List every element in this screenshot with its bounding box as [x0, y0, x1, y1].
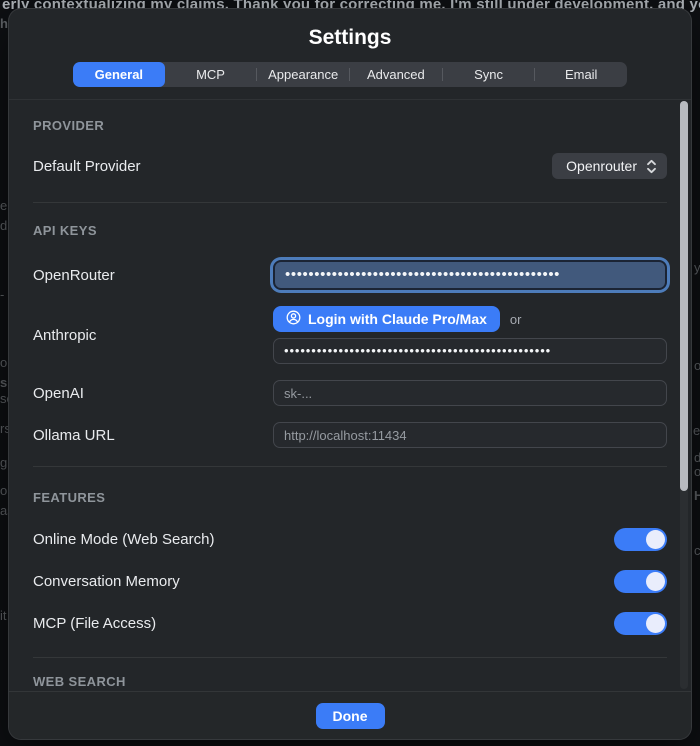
ollama-url-row: Ollama URL http://localhost:11434	[33, 422, 667, 448]
openrouter-label: OpenRouter	[33, 267, 115, 284]
anthropic-key-input[interactable]: ••••••••••••••••••••••••••••••••••••••••…	[273, 338, 667, 364]
login-claude-button[interactable]: Login with Claude Pro/Max	[273, 306, 500, 332]
ollama-url-input[interactable]: http://localhost:11434	[273, 422, 667, 448]
user-circle-icon	[286, 310, 301, 328]
background-text-fragment: y	[694, 260, 700, 275]
masked-api-key: ••••••••••••••••••••••••••••••••••••••••…	[285, 267, 560, 282]
done-button[interactable]: Done	[316, 703, 385, 729]
settings-dialog: Settings General MCP Appearance Advanced…	[8, 8, 692, 740]
openai-key-input[interactable]: sk-...	[273, 380, 667, 406]
section-divider	[33, 466, 667, 467]
section-divider	[33, 657, 667, 658]
settings-scroll-area[interactable]: PROVIDER Default Provider Openrouter API…	[9, 99, 691, 691]
background-text-fragment: c	[694, 543, 700, 558]
section-header-provider: PROVIDER	[33, 118, 667, 133]
background-text-fragment: it	[0, 608, 7, 623]
anthropic-key-row: Anthropic Login with Claude Pro/Max	[33, 306, 667, 364]
mcp-file-access-row: MCP (File Access)	[33, 612, 667, 635]
openai-key-row: OpenAI sk-...	[33, 380, 667, 406]
background-text-fragment: s	[0, 375, 7, 390]
scrollbar-thumb[interactable]	[680, 101, 688, 491]
background-text-fragment: H	[694, 488, 700, 503]
ollama-url-label: Ollama URL	[33, 427, 115, 444]
online-mode-row: Online Mode (Web Search)	[33, 528, 667, 551]
page-title: Settings	[9, 26, 691, 50]
section-header-web-search: WEB SEARCH	[33, 674, 667, 689]
openai-label: OpenAI	[33, 385, 84, 402]
dialog-header: Settings General MCP Appearance Advanced…	[9, 9, 691, 87]
openai-placeholder: sk-...	[284, 386, 312, 401]
toggle-knob	[646, 572, 665, 591]
tab-sync[interactable]: Sync	[443, 62, 535, 87]
chevron-up-down-icon	[646, 159, 657, 174]
ollama-url-placeholder: http://localhost:11434	[284, 428, 407, 443]
background-text-fragment: d	[0, 218, 7, 233]
toggle-knob	[646, 530, 665, 549]
background-text-fragment: o	[0, 483, 7, 498]
online-mode-label: Online Mode (Web Search)	[33, 531, 214, 548]
login-claude-label: Login with Claude Pro/Max	[308, 311, 487, 327]
background-text-fragment: d	[694, 450, 700, 465]
tab-mcp[interactable]: MCP	[165, 62, 257, 87]
background-text-fragment: -	[0, 287, 4, 302]
tab-general[interactable]: General	[73, 62, 165, 87]
default-provider-row: Default Provider Openrouter	[33, 153, 667, 179]
conversation-memory-toggle[interactable]	[614, 570, 667, 593]
section-header-features: FEATURES	[33, 490, 667, 505]
mcp-file-access-label: MCP (File Access)	[33, 615, 156, 632]
tab-appearance[interactable]: Appearance	[257, 62, 349, 87]
online-mode-toggle[interactable]	[614, 528, 667, 551]
background-text-fragment: er	[693, 423, 700, 438]
background-text-fragment: o	[694, 464, 700, 479]
openrouter-key-input[interactable]: ••••••••••••••••••••••••••••••••••••••••…	[273, 260, 667, 290]
provider-select-value: Openrouter	[566, 158, 637, 174]
background-text-fragment: g	[0, 455, 7, 470]
mcp-file-access-toggle[interactable]	[614, 612, 667, 635]
dialog-footer: Done	[9, 691, 691, 739]
background-text-fragment: o	[694, 358, 700, 373]
conversation-memory-label: Conversation Memory	[33, 573, 180, 590]
default-provider-label: Default Provider	[33, 158, 141, 175]
masked-api-key: ••••••••••••••••••••••••••••••••••••••••…	[284, 344, 551, 357]
background-text-fragment: o	[0, 355, 7, 370]
section-header-api-keys: API KEYS	[33, 223, 667, 238]
or-text: or	[510, 312, 522, 327]
openrouter-key-row: OpenRouter •••••••••••••••••••••••••••••…	[33, 260, 667, 290]
section-divider	[33, 202, 667, 203]
tab-email[interactable]: Email	[535, 62, 627, 87]
settings-tabbar: General MCP Appearance Advanced Sync Ema…	[73, 62, 627, 87]
provider-select[interactable]: Openrouter	[552, 153, 667, 179]
tab-advanced[interactable]: Advanced	[350, 62, 442, 87]
toggle-knob	[646, 614, 665, 633]
anthropic-label: Anthropic	[33, 327, 96, 344]
conversation-memory-row: Conversation Memory	[33, 570, 667, 593]
